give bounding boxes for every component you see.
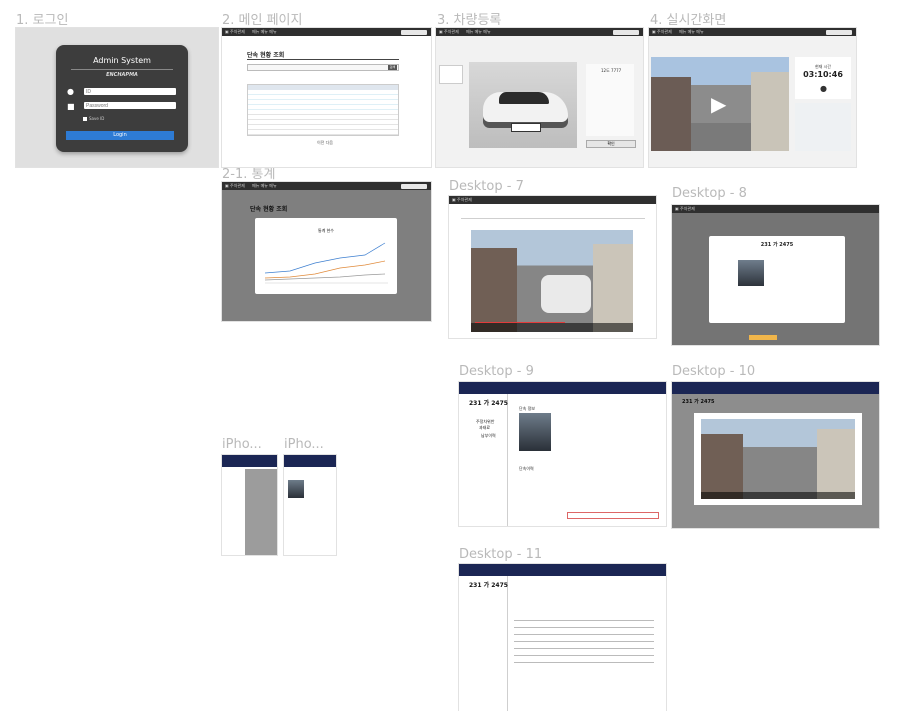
label-iphone-a: iPho...	[222, 437, 262, 452]
main-title: 단속 현황 조회	[247, 52, 285, 59]
stats-navbar: ▣ 주차관제 메뉴 메뉴 메뉴	[222, 182, 431, 190]
d10-header	[672, 382, 879, 394]
d8-modal: 231 가 2475	[709, 236, 845, 323]
time-panel: 현재 시간 03:10:46 ●	[795, 57, 851, 99]
login-logo: ENCHAPMA	[106, 72, 138, 78]
d9-section-title: 단속 정보	[519, 406, 535, 411]
iphone-a-frame	[222, 455, 277, 555]
iphone-a-header	[222, 455, 277, 467]
d10-modal	[694, 413, 862, 505]
d9-header	[459, 382, 666, 394]
label-desktop-7: Desktop - 7	[449, 179, 524, 194]
main-filter-bar	[247, 64, 399, 71]
stats-frame: ▣ 주차관제메뉴 메뉴 메뉴 단속 현황 조회 통계 현수	[222, 182, 431, 321]
save-id-checkbox[interactable]	[83, 117, 87, 121]
register-confirm-button[interactable]: 확인	[586, 140, 636, 148]
label-desktop-8: Desktop - 8	[672, 186, 747, 201]
label-register: 3. 차량등록	[437, 13, 502, 28]
save-id-label: Save ID	[89, 116, 105, 121]
d11-plate: 231 가 2475	[469, 582, 508, 589]
d7-navbar: ▣ 주차관제	[449, 196, 656, 204]
desktop-7-frame: ▣ 주차관제	[449, 196, 656, 338]
password-input[interactable]	[84, 102, 176, 109]
label-desktop-9: Desktop - 9	[459, 364, 534, 379]
desktop-8-frame: ▣ 주차관제 231 가 2475	[672, 205, 879, 345]
login-divider	[71, 69, 173, 70]
login-frame: Admin System ENCHAPMA ● ■ Save ID Login	[16, 28, 218, 167]
d9-plate: 231 가 2475	[469, 400, 508, 407]
d7-video-controls[interactable]	[471, 323, 633, 332]
series-line-b	[264, 260, 386, 279]
play-icon[interactable]: ▶	[711, 92, 726, 116]
d7-video[interactable]	[471, 230, 633, 332]
register-plate: 12도 7777	[601, 68, 622, 73]
iphone-b-header	[284, 455, 336, 467]
mic-icon[interactable]: ●	[820, 84, 827, 93]
stats-modal: 통계 현수	[255, 218, 397, 294]
map-panel	[795, 103, 851, 151]
register-frame: ▣ 주차관제 메뉴 메뉴 메뉴 12도 7777 확인	[436, 28, 643, 167]
register-search-input[interactable]	[613, 29, 639, 35]
d9-nav-2[interactable]: 납부이력	[481, 433, 496, 439]
label-desktop-11: Desktop - 11	[459, 547, 543, 562]
realtime-frame: ▣ 주차관제 메뉴 메뉴 메뉴 ▶ 현재 시간 03:10:46 ●	[649, 28, 856, 167]
id-input[interactable]	[84, 88, 176, 95]
realtime-search-input[interactable]	[826, 29, 852, 35]
lock-icon: ■	[67, 102, 75, 111]
label-login: 1. 로그인	[16, 13, 69, 28]
series-line-a	[264, 242, 386, 274]
label-main: 2. 메인 페이지	[222, 13, 303, 28]
stats-chart	[264, 242, 388, 284]
iphone-b-car	[288, 480, 304, 498]
main-navbar: ▣ 주차관제 메뉴 메뉴 메뉴	[222, 28, 431, 36]
d8-plate: 231 가 2475	[760, 242, 794, 248]
d9-car-thumb	[519, 413, 551, 451]
desktop-10-frame: 231 가 2475	[672, 382, 879, 528]
d9-record-title: 단속이력	[519, 466, 534, 471]
iphone-a-gray	[245, 469, 277, 555]
d8-car-thumb	[738, 260, 764, 286]
realtime-navbar: ▣ 주차관제 메뉴 메뉴 메뉴	[649, 28, 856, 36]
d10-video[interactable]	[701, 419, 855, 499]
desktop-11-frame: 231 가 2475	[459, 564, 666, 711]
main-search-input[interactable]	[401, 29, 427, 35]
register-list	[439, 65, 463, 84]
d8-action-button[interactable]	[749, 335, 777, 340]
label-desktop-10: Desktop - 10	[672, 364, 756, 379]
stats-search-input[interactable]	[401, 183, 427, 189]
d11-list	[514, 614, 654, 666]
register-navbar: ▣ 주차관제 메뉴 메뉴 메뉴	[436, 28, 643, 36]
car-photo	[469, 62, 577, 148]
d9-actions[interactable]	[567, 512, 659, 519]
user-icon: ●	[67, 87, 74, 96]
main-page-frame: ▣ 주차관제 메뉴 메뉴 메뉴 단속 현황 조회 검색 이전 다음	[222, 28, 431, 167]
time-value: 03:10:46	[803, 70, 843, 79]
register-info-panel	[586, 64, 634, 136]
d8-navbar: ▣ 주차관제	[672, 205, 879, 213]
label-realtime: 4. 실시간화면	[650, 13, 727, 28]
d9-nav-1[interactable]: 과태료	[479, 425, 490, 431]
label-iphone-b: iPho...	[284, 437, 324, 452]
main-table	[247, 84, 399, 136]
desktop-9-frame: 231 가 2475 주정차위반 과태료 납부이력 단속 정보 단속이력	[459, 382, 666, 526]
login-title: Admin System	[93, 56, 151, 65]
street-video[interactable]: ▶	[651, 57, 789, 151]
d11-header	[459, 564, 666, 576]
main-search-button[interactable]: 검색	[388, 65, 397, 70]
login-card: Admin System ENCHAPMA ● ■ Save ID Login	[56, 45, 188, 152]
iphone-b-frame	[284, 455, 336, 555]
d7-progress[interactable]	[475, 322, 565, 323]
main-pager[interactable]: 이전 다음	[317, 140, 333, 146]
login-button[interactable]: Login	[66, 131, 174, 140]
